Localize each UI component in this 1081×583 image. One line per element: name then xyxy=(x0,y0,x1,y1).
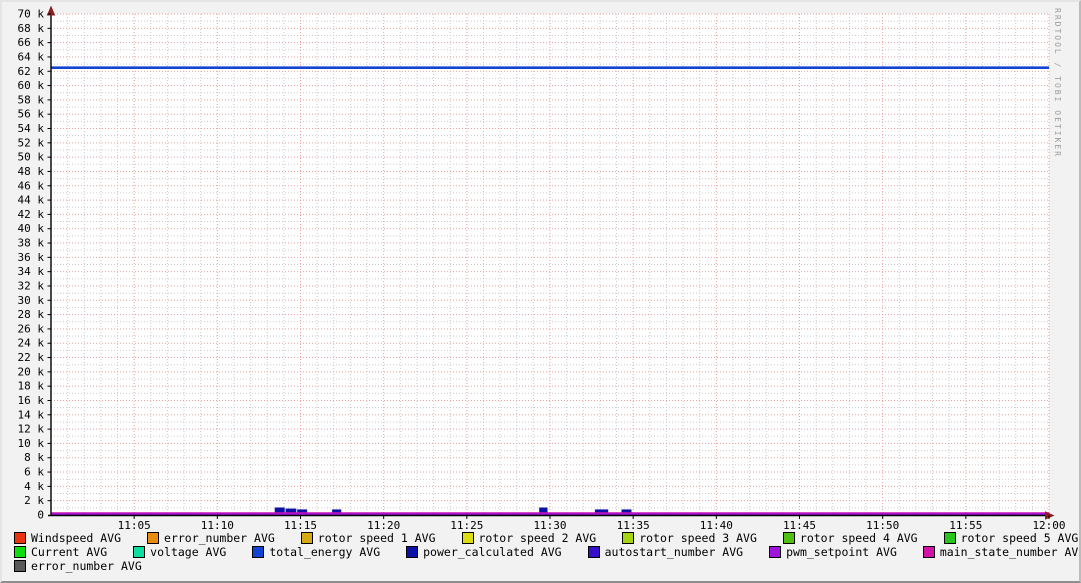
legend-item: total_energy AVG xyxy=(252,545,380,559)
legend-swatch-icon xyxy=(782,532,795,544)
y-tick-label: 36 k xyxy=(18,251,45,264)
legend-swatch-icon xyxy=(14,532,26,544)
legend-label: Windspeed AVG xyxy=(31,531,122,545)
y-tick-label: 54 k xyxy=(18,122,45,135)
legend-swatch-icon xyxy=(252,546,265,558)
legend-swatch-icon xyxy=(922,546,935,558)
rrdtool-graph-image: 11:05 11:10 11:15 11:20 11:25 11:30 11:35 11:40… xyxy=(0,0,1081,583)
legend-swatch-icon xyxy=(943,532,956,544)
y-tick-label: 2 k xyxy=(24,494,44,507)
y-tick-label: 4 k xyxy=(24,480,44,493)
y-tick-label: 38 k xyxy=(18,237,45,250)
y-tick-label: 20 k xyxy=(18,365,45,378)
y-tick-label: 6 k xyxy=(24,466,44,479)
legend-label: pwm_setpoint AVG xyxy=(786,545,897,559)
y-tick-label: 42 k xyxy=(18,208,45,221)
legend-swatch-icon xyxy=(14,560,26,572)
legend-label: rotor speed 3 AVG xyxy=(639,531,757,545)
y-tick-label: 40 k xyxy=(18,222,45,235)
y-tick-label: 68 k xyxy=(18,22,45,35)
y-tick-label: 56 k xyxy=(18,108,45,121)
legend-swatch-icon xyxy=(406,546,419,558)
legend-item: error_number AVG xyxy=(14,559,142,573)
legend: Windspeed AVG error_number AVG rotor speed… xyxy=(14,531,1081,573)
chart-canvas: 11:05 11:10 11:15 11:20 11:25 11:30 11:35 11:40… xyxy=(18,5,1066,532)
legend-row: error_number AVG xyxy=(14,559,1079,573)
y-tick-label: 26 k xyxy=(18,322,45,335)
y-tick-label: 46 k xyxy=(18,179,45,192)
legend-item: main_state_number AVG xyxy=(922,545,1081,559)
y-tick-label: 34 k xyxy=(18,265,45,278)
y-tick-label: 30 k xyxy=(18,294,45,307)
y-tick-label: 64 k xyxy=(18,50,45,63)
legend-swatch-icon xyxy=(461,532,474,544)
y-tick-label: 24 k xyxy=(18,337,45,350)
legend-label: Current AVG xyxy=(31,545,108,559)
legend-label: rotor speed 5 AVG xyxy=(960,531,1079,545)
y-tick-label: 32 k xyxy=(18,279,45,292)
y-tick-label: 18 k xyxy=(18,380,45,393)
y-tick-label: 14 k xyxy=(18,408,45,421)
legend-item: autostart_number AVG xyxy=(587,545,744,559)
legend-item: power_calculated AVG xyxy=(406,545,562,559)
legend-item: rotor speed 2 AVG xyxy=(461,531,597,545)
legend-label: main_state_number AVG xyxy=(939,545,1081,559)
legend-label: autostart_number AVG xyxy=(604,545,744,559)
legend-item: Current AVG xyxy=(14,545,107,559)
y-tick-label: 8 k xyxy=(24,451,44,464)
y-tick-label: 62 k xyxy=(18,65,45,78)
y-tick-label: 48 k xyxy=(18,165,45,178)
legend-item: voltage AVG xyxy=(133,545,226,559)
y-tick-label: 44 k xyxy=(18,194,45,207)
legend-swatch-icon xyxy=(133,546,146,558)
y-tick-label: 16 k xyxy=(18,394,45,407)
legend-item: rotor speed 5 AVG xyxy=(943,531,1079,545)
legend-swatch-icon xyxy=(587,546,600,558)
legend-swatch-icon xyxy=(300,532,313,544)
legend-row: Windspeed AVG error_number AVG rotor speed… xyxy=(14,531,1079,545)
y-tick-label: 28 k xyxy=(18,308,45,321)
legend-label: rotor speed 4 AVG xyxy=(799,531,918,545)
watermark-text: RRDTOOL / TOBI OETIKER xyxy=(1053,8,1062,158)
y-tick-label: 60 k xyxy=(18,79,45,92)
legend-item: Windspeed AVG xyxy=(14,531,121,545)
legend-label: voltage AVG xyxy=(150,545,227,559)
legend-label: error_number AVG xyxy=(31,559,142,573)
legend-label: total_energy AVG xyxy=(269,545,381,559)
y-tick-label: 58 k xyxy=(18,93,45,106)
y-tick-label: 70 k xyxy=(18,8,45,21)
y-tick-label: 52 k xyxy=(18,136,45,149)
y-tick-label: 66 k xyxy=(18,36,45,49)
legend-swatch-icon xyxy=(147,532,160,544)
legend-swatch-icon xyxy=(769,546,782,558)
y-tick-label: 22 k xyxy=(18,351,45,364)
legend-row: Current AVG voltage AVG total_energy AVG po… xyxy=(14,545,1081,559)
legend-swatch-icon xyxy=(14,546,26,558)
legend-item: rotor speed 3 AVG xyxy=(622,531,757,545)
y-tick-label: 12 k xyxy=(18,423,45,436)
legend-label: error_number AVG xyxy=(164,531,275,545)
legend-label: power_calculated AVG xyxy=(423,545,562,559)
y-tick-label: 50 k xyxy=(18,151,45,164)
legend-item: rotor speed 1 AVG xyxy=(300,531,436,545)
legend-item: pwm_setpoint AVG xyxy=(769,545,897,559)
legend-item: error_number AVG xyxy=(147,531,275,545)
legend-swatch-icon xyxy=(622,532,635,544)
legend-item: rotor speed 4 AVG xyxy=(782,531,918,545)
y-tick-label: 0 xyxy=(37,509,44,522)
y-tick-label: 10 k xyxy=(18,437,45,450)
legend-label: rotor speed 1 AVG xyxy=(317,531,436,545)
legend-label: rotor speed 2 AVG xyxy=(478,531,597,545)
